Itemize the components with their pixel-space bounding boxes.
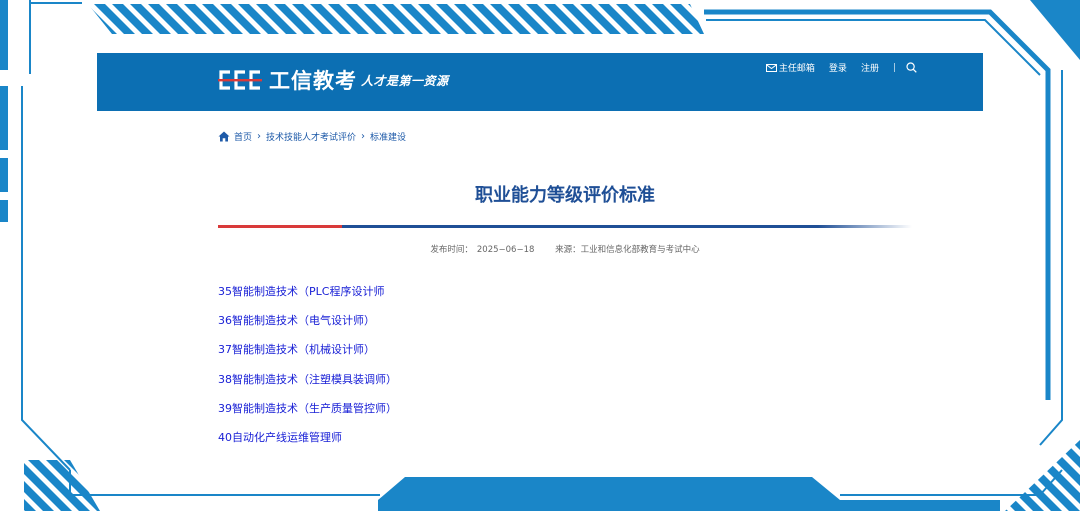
page-title: 职业能力等级评价标准 (475, 185, 655, 206)
header-nav: 主任邮箱 登录 注册 | (752, 61, 917, 74)
publish-date-value: 2025−06−18 (476, 245, 535, 255)
publish-date-label: 发布时间： (430, 245, 473, 255)
mail-label: 主任邮箱 (778, 64, 815, 74)
publish-date: 发布时间： 2025−06−18 (430, 245, 534, 255)
source-value: 工业和信息化部教育与考试中心 (580, 245, 700, 255)
ceec-logo-icon (218, 70, 262, 90)
breadcrumb-standards[interactable]: 标准建设 (370, 130, 406, 143)
standard-link[interactable]: 36智能制造技术（电气设计师） (218, 314, 397, 343)
chevron-right-icon: › (257, 131, 262, 142)
home-icon (218, 131, 230, 142)
standard-link[interactable]: 39智能制造技术（生产质量管控师） (218, 402, 397, 431)
standard-link[interactable]: 35智能制造技术（PLC程序设计师 (218, 285, 397, 314)
breadcrumb-home[interactable]: 首页 (234, 130, 252, 143)
breadcrumb-exam-evaluation[interactable]: 技术技能人才考试评价 (266, 130, 356, 143)
standards-list: 35智能制造技术（PLC程序设计师 36智能制造技术（电气设计师） 37智能制造… (218, 285, 397, 460)
register-link[interactable]: 注册 (861, 61, 879, 74)
mail-icon (765, 63, 777, 72)
logo-text: 工信教考 (269, 69, 357, 93)
standard-link[interactable]: 38智能制造技术（注塑模具装调师） (218, 373, 397, 402)
site-header: 工信教考 人才是第一资源 主任邮箱 登录 注册 | (97, 53, 983, 111)
article-meta: 发布时间： 2025−06−18 来源：工业和信息化部教育与考试中心 (218, 243, 912, 255)
nav-separator: | (892, 62, 896, 73)
breadcrumb: 首页 › 技术技能人才考试评价 › 标准建设 (218, 130, 406, 143)
source-label: 来源： (555, 245, 581, 255)
slogan: 人才是第一资源 (361, 74, 449, 88)
title-divider (218, 225, 912, 228)
site-logo[interactable]: 工信教考 (217, 67, 357, 93)
standard-link[interactable]: 40自动化产线运维管理师 (218, 431, 397, 460)
article-source: 来源：工业和信息化部教育与考试中心 (555, 245, 700, 255)
chevron-right-icon: › (361, 131, 366, 142)
mail-link[interactable]: 主任邮箱 (765, 61, 815, 74)
login-link[interactable]: 登录 (829, 61, 847, 74)
search-icon[interactable] (906, 62, 917, 73)
standard-link[interactable]: 37智能制造技术（机械设计师） (218, 343, 397, 372)
